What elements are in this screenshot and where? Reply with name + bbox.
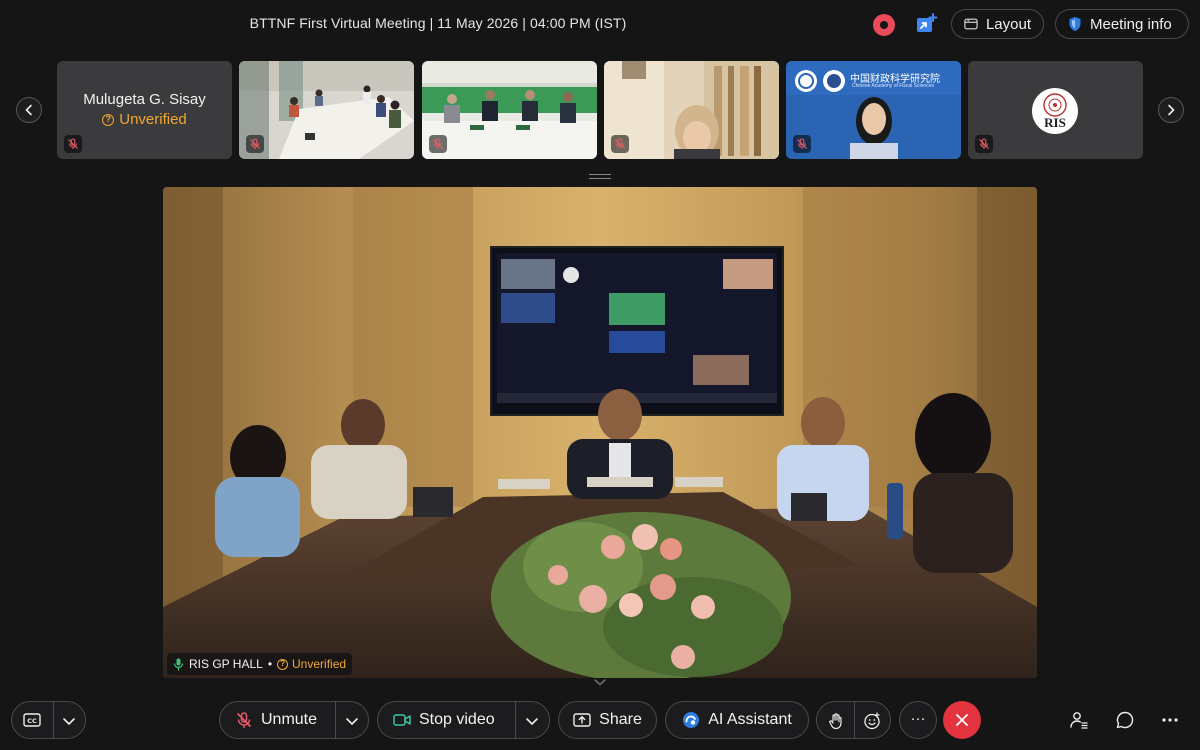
chat-icon xyxy=(1116,711,1134,729)
participant-tile[interactable]: Mulugeta G. Sisay ? Unverified xyxy=(57,61,232,159)
name-separator: • xyxy=(267,657,273,671)
filmstrip-next-button[interactable] xyxy=(1158,97,1184,123)
unmute-label: Unmute xyxy=(261,711,318,728)
layout-label: Layout xyxy=(985,15,1031,33)
share-button[interactable]: Share xyxy=(558,701,657,739)
share-content-icon[interactable] xyxy=(914,12,938,36)
close-icon xyxy=(956,714,968,726)
divider xyxy=(53,702,54,738)
filmstrip-prev-button[interactable] xyxy=(16,97,42,123)
verification-status: ? Unverified xyxy=(57,111,232,128)
participant-tile[interactable] xyxy=(239,61,414,159)
mic-muted-icon xyxy=(611,135,629,153)
video-camera-icon xyxy=(393,714,411,726)
raise-hand-icon[interactable] xyxy=(827,712,845,730)
share-screen-icon xyxy=(573,713,591,727)
chevron-right-icon xyxy=(1168,104,1175,116)
meeting-info-label: Meeting info xyxy=(1090,15,1172,33)
share-label: Share xyxy=(599,711,642,728)
mic-muted-icon xyxy=(246,135,264,153)
record-icon xyxy=(880,21,888,29)
chevron-left-icon xyxy=(25,104,32,116)
participant-name: Mulugeta G. Sisay xyxy=(83,91,206,108)
participant-tile[interactable] xyxy=(422,61,597,159)
mic-muted-icon xyxy=(236,712,252,728)
stop-video-button[interactable]: Stop video xyxy=(377,701,550,739)
unverified-icon: ? xyxy=(277,658,289,670)
verification-status-label: Unverified xyxy=(119,111,187,128)
unmute-button[interactable]: Unmute xyxy=(219,701,369,739)
organization-logo-text-en: Chinese Academy of Fiscal Sciences xyxy=(852,83,934,89)
meeting-title: BTTNF First Virtual Meeting | 11 May 202… xyxy=(249,15,627,31)
participants-button[interactable] xyxy=(1067,708,1091,732)
participant-video xyxy=(604,61,779,159)
mic-muted-icon xyxy=(64,135,82,153)
more-options-icon: ··· xyxy=(910,709,926,727)
divider xyxy=(515,702,516,738)
chevron-down-icon[interactable] xyxy=(344,713,360,729)
emoji-reaction-icon[interactable] xyxy=(863,712,881,730)
divider xyxy=(854,702,855,738)
filmstrip-resize-handle[interactable] xyxy=(589,174,611,179)
speaker-name-label: RIS GP HALL • ? Unverified xyxy=(167,653,353,675)
layout-icon xyxy=(964,18,978,30)
svg-text:CC: CC xyxy=(27,717,37,725)
reactions-group xyxy=(816,701,891,739)
chevron-down-icon[interactable] xyxy=(61,713,77,729)
recording-indicator[interactable] xyxy=(873,14,895,36)
speaker-status-label: Unverified xyxy=(292,657,347,671)
more-horizontal-icon xyxy=(1162,718,1178,722)
participant-tile[interactable]: RIS xyxy=(968,61,1143,159)
speaker-name: RIS GP HALL xyxy=(189,657,263,671)
ai-assistant-button[interactable]: AI Assistant xyxy=(665,701,809,739)
chevron-down-icon[interactable] xyxy=(524,713,540,729)
meeting-info-button[interactable]: Meeting info xyxy=(1055,9,1189,39)
ai-assistant-label: AI Assistant xyxy=(708,711,792,728)
mic-muted-icon xyxy=(793,135,811,153)
mic-active-icon xyxy=(173,658,184,670)
mic-muted-icon xyxy=(975,135,993,153)
conference-hall-scene xyxy=(163,187,1037,678)
divider xyxy=(335,702,336,738)
mic-muted-icon xyxy=(429,135,447,153)
end-call-button[interactable] xyxy=(943,701,981,739)
chevron-down-icon[interactable] xyxy=(594,679,606,686)
participant-tile[interactable] xyxy=(604,61,779,159)
more-apps-button[interactable] xyxy=(1158,708,1182,732)
top-bar: BTTNF First Virtual Meeting | 11 May 202… xyxy=(0,0,1200,50)
ris-logo-text: RIS xyxy=(1044,115,1066,130)
more-options-button[interactable]: ··· xyxy=(899,701,937,739)
shield-icon xyxy=(1069,17,1081,31)
participant-video xyxy=(422,61,597,159)
ai-assistant-icon xyxy=(683,712,700,728)
participant-tile[interactable]: 中国财政科学研究院 Chinese Academy of Fiscal Scie… xyxy=(786,61,961,159)
participants-icon xyxy=(1070,712,1088,729)
layout-button[interactable]: Layout xyxy=(951,9,1044,39)
active-speaker-video[interactable] xyxy=(163,187,1037,678)
closed-captions-icon: CC xyxy=(23,713,41,727)
unverified-icon: ? xyxy=(102,113,115,126)
chat-button[interactable] xyxy=(1113,708,1137,732)
speaker-verification-status: ? Unverified xyxy=(277,657,346,671)
closed-captions-button[interactable]: CC xyxy=(11,701,86,739)
ris-logo: RIS xyxy=(1032,88,1078,134)
stop-video-label: Stop video xyxy=(419,711,495,728)
participant-video xyxy=(239,61,414,159)
